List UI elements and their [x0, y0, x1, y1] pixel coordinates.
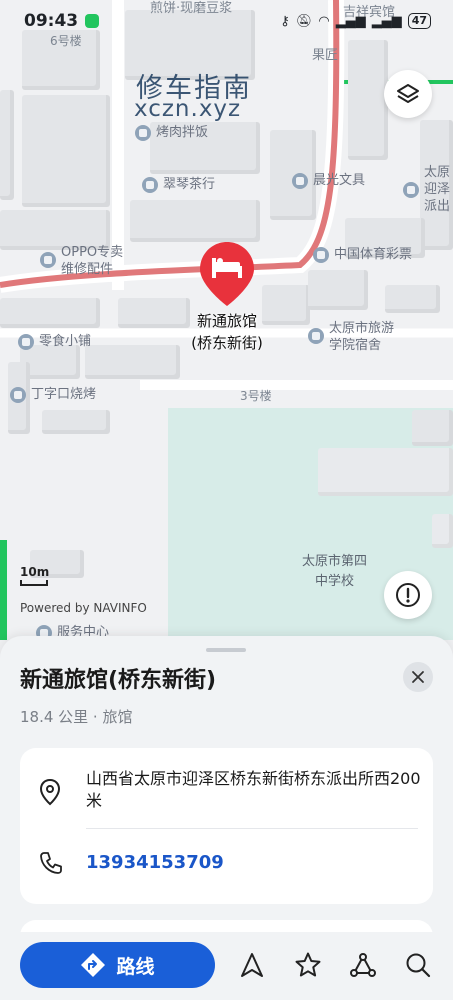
shop-icon: [40, 252, 56, 268]
poi-lottery[interactable]: 中国体育彩票: [313, 246, 412, 263]
address-text: 山西省太原市迎泽区桥东新街桥东派出所西200米: [86, 769, 421, 810]
route-button-label: 路线: [116, 955, 155, 978]
scale-bar: [20, 580, 48, 586]
phone-icon: [40, 852, 62, 874]
report-issue-button[interactable]: [384, 571, 432, 619]
route-button[interactable]: 路线: [20, 942, 215, 988]
poi-cuiqin[interactable]: 翠琴茶行: [142, 176, 215, 193]
poi-label: 零食小铺: [39, 334, 92, 349]
poi-label: 烤肉拌饭: [156, 125, 209, 140]
poi-label: 中国体育彩票: [334, 247, 413, 262]
map-scale: 10m: [20, 565, 49, 586]
poi-label: 丁字口烧烤: [31, 387, 97, 402]
map-view[interactable]: 煎饼·现磨豆浆 6号楼 吉祥宾馆 果匠 烤肉拌饭 翠琴茶行 晨光文具 中国体育彩…: [0, 0, 453, 660]
phone-number-link[interactable]: 13934153709: [86, 852, 224, 873]
shop-icon: [18, 334, 34, 350]
poi-police-station[interactable]: 太原 迎泽 派出: [403, 164, 450, 215]
share-button[interactable]: [348, 950, 378, 980]
place-subtitle: 18.4 公里 · 旅馆: [20, 708, 133, 726]
poi-label: OPPO专卖 维修配件: [61, 245, 124, 277]
poi-label: 太原 迎泽 派出: [424, 165, 451, 214]
location-pin-icon[interactable]: [197, 240, 257, 308]
poi-label: 晨光文具: [313, 173, 366, 188]
poi-chenguang[interactable]: 晨光文具: [292, 172, 365, 189]
search-nearby-button[interactable]: [403, 950, 433, 980]
shop-icon: [142, 177, 158, 193]
drag-handle[interactable]: [206, 648, 246, 652]
poi-oppo[interactable]: OPPO专卖 维修配件: [40, 244, 123, 278]
divider: [86, 828, 418, 829]
police-icon: [403, 182, 419, 198]
poi-dingzikou[interactable]: 丁字口烧烤: [10, 386, 96, 403]
search-icon: [406, 953, 431, 978]
building-number-label: 3号楼: [240, 389, 272, 403]
poi-barbecue[interactable]: 烤肉拌饭: [135, 124, 208, 141]
school-label: 太原市第四 中学校: [302, 554, 368, 589]
wechat-notification-icon: [85, 14, 100, 28]
wifi-icon: ◠: [318, 13, 330, 29]
restaurant-icon: [10, 387, 26, 403]
signal-icon: ▂▄▆: [335, 13, 366, 29]
turn-right-icon: [81, 953, 106, 977]
signal-icon: ▂▄▆: [371, 13, 402, 29]
star-icon: [295, 952, 321, 977]
navigation-arrow-icon: [241, 953, 263, 977]
poi-label: 太原市旅游 学院宿舍: [329, 321, 395, 353]
alert-icon: [396, 583, 420, 607]
action-bar: 路线: [0, 932, 453, 1000]
location-icon: [39, 778, 61, 806]
poi-tourism-school[interactable]: 太原市旅游 学院宿舍: [308, 320, 394, 354]
mute-icon: 🔕︎: [295, 13, 313, 29]
share-route-icon: [350, 953, 376, 977]
layers-icon: [397, 84, 419, 103]
place-info-card: 山西省太原市迎泽区桥东新街桥东派出所西200米 13934153709: [20, 748, 433, 904]
shop-icon: [292, 173, 308, 189]
building-icon: [308, 328, 324, 344]
restaurant-icon: [135, 125, 151, 141]
watermark-en: xczn.xyz: [134, 96, 242, 122]
shop-icon: [313, 247, 329, 263]
status-bar: 09:43 ⚷ 🔕︎ ◠ ▂▄▆ ▂▄▆ 47: [0, 0, 453, 42]
close-icon: [412, 671, 424, 683]
battery-indicator: 47: [407, 13, 431, 29]
poi-label: 翠琴茶行: [163, 177, 216, 192]
place-title: 新通旅馆(桥东新街): [20, 668, 217, 693]
key-icon: ⚷: [280, 13, 290, 29]
map-attribution: Powered by NAVINFO: [20, 601, 147, 615]
navigate-button[interactable]: [237, 950, 267, 980]
status-time: 09:43: [24, 11, 79, 31]
map-label: 果匠: [312, 48, 339, 63]
poi-snacks[interactable]: 零食小铺: [18, 333, 91, 350]
scale-label: 10m: [20, 565, 50, 579]
favorite-button[interactable]: [293, 950, 323, 980]
pin-label: 新通旅馆 (桥东新街): [191, 312, 263, 352]
close-button[interactable]: [403, 662, 433, 692]
layers-button[interactable]: [384, 70, 432, 118]
